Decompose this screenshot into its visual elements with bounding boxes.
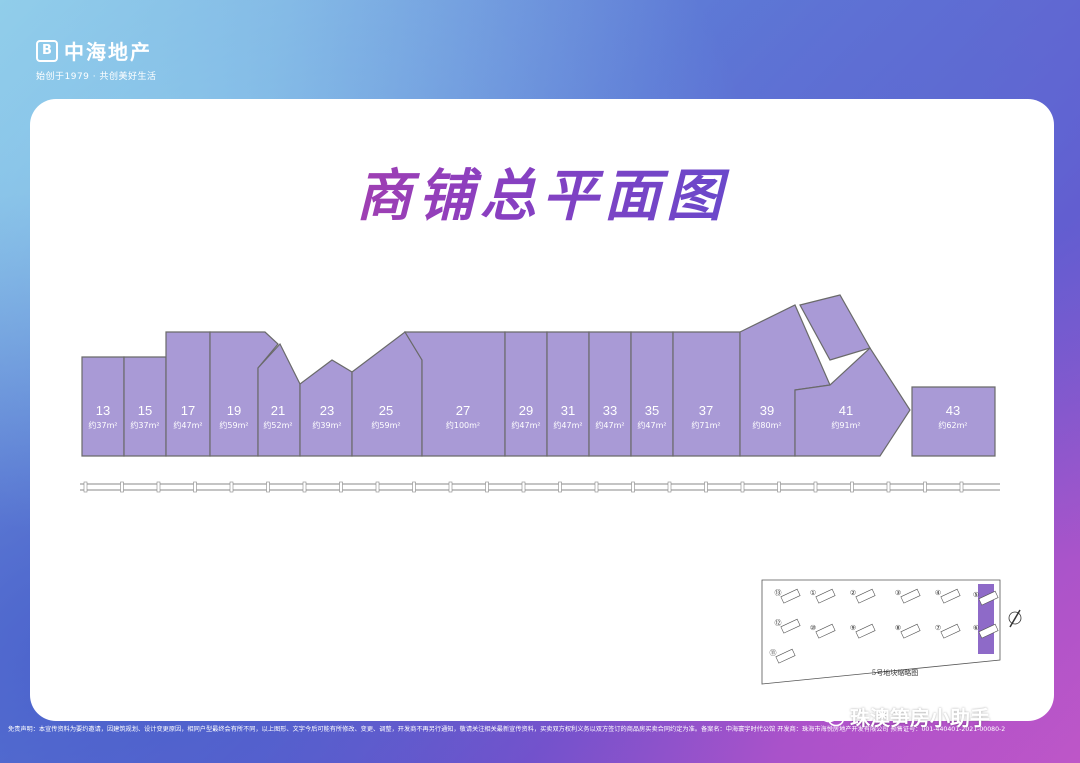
storefront-column	[83, 481, 88, 493]
unit-area: 约47m²	[511, 420, 540, 430]
site-building-label: ⑧	[895, 624, 901, 632]
storefront-column	[193, 481, 197, 493]
unit-number: 21	[271, 403, 285, 418]
storefront-column	[412, 481, 416, 493]
unit-number: 31	[561, 403, 575, 418]
unit-number: 29	[519, 403, 533, 418]
site-building-label: ⑥	[973, 624, 979, 632]
storefront-column	[886, 481, 891, 493]
unit-25-shape[interactable]	[351, 331, 423, 457]
site-location-map: ⑬ ① ② ③ ④ ⑤ ⑫ ⑩ ⑨ ⑧ ⑦ ⑥ ⑪ 5号地块缩略图	[761, 579, 1022, 685]
storefront-column	[704, 481, 708, 493]
unit-area: 约47m²	[173, 420, 202, 430]
unit-number: 35	[645, 403, 659, 418]
unit-area: 约52m²	[263, 420, 292, 430]
storefront-column	[594, 481, 599, 493]
storefront-line	[80, 483, 1000, 491]
site-building-label: ④	[935, 589, 941, 597]
storefront-column	[375, 481, 380, 493]
storefront-column	[813, 481, 818, 493]
site-building-label: ⑦	[935, 624, 941, 632]
storefront-column	[266, 481, 270, 493]
storefront-column	[485, 481, 489, 493]
storefront-column	[156, 481, 161, 493]
unit-number: 19	[227, 403, 241, 418]
unit-area: 约80m²	[752, 420, 781, 430]
site-building-label: ③	[895, 589, 901, 597]
site-building-label: ⑪	[770, 649, 777, 657]
unit-area: 约39m²	[312, 420, 341, 430]
storefront-column	[631, 481, 635, 493]
storefront-column	[667, 481, 672, 493]
unit-area: 约47m²	[637, 420, 666, 430]
unit-29-shape[interactable]	[504, 331, 548, 457]
unit-17-shape[interactable]	[165, 331, 211, 457]
unit-33-shape[interactable]	[588, 331, 632, 457]
unit-21-shape[interactable]	[257, 342, 301, 457]
unit-number: 41	[839, 403, 853, 418]
unit-number: 37	[699, 403, 713, 418]
storefront-column	[558, 481, 562, 493]
storefront-column	[740, 481, 745, 493]
storefront-column	[850, 481, 854, 493]
site-building-label: ②	[850, 589, 856, 597]
watermark: 珠澳笋房小助手	[820, 702, 990, 731]
wechat-icon	[820, 707, 844, 726]
storefront-column	[923, 481, 927, 493]
unit-37-shape[interactable]	[672, 331, 741, 457]
storefront-column	[959, 481, 964, 493]
storefront-column	[229, 481, 234, 493]
unit-shapes	[81, 294, 996, 457]
site-building-label: ⑫	[775, 619, 782, 627]
unit-number: 43	[946, 403, 960, 418]
unit-area: 约47m²	[595, 420, 624, 430]
storefront-column	[302, 481, 307, 493]
site-map-caption: 5号地块缩略图	[872, 668, 918, 677]
unit-number: 15	[138, 403, 152, 418]
storefront-column	[339, 481, 343, 493]
unit-area: 约71m²	[691, 420, 720, 430]
site-building-label: ①	[810, 589, 816, 597]
unit-area: 约37m²	[88, 420, 117, 430]
unit-area: 约59m²	[219, 420, 248, 430]
unit-number: 33	[603, 403, 617, 418]
unit-number: 13	[96, 403, 110, 418]
unit-number: 27	[456, 403, 470, 418]
unit-area: 约100m²	[446, 420, 480, 430]
unit-area: 约59m²	[371, 420, 400, 430]
unit-number: 23	[320, 403, 334, 418]
storefront-column	[521, 481, 526, 493]
unit-35-shape[interactable]	[630, 331, 674, 457]
storefront-column	[448, 481, 453, 493]
unit-number: 17	[181, 403, 195, 418]
north-arrow-icon	[1009, 609, 1021, 628]
shop-floor-plan: 13 约37m² 15 约37m² 17 约47m² 19 约59m² 21 约52m² 23 约39…	[80, 294, 1022, 685]
unit-area: 约62m²	[938, 420, 967, 430]
site-building-label: ⑩	[810, 624, 816, 632]
unit-number: 39	[760, 403, 774, 418]
site-building-label: ⑤	[973, 591, 979, 599]
unit-31-shape[interactable]	[546, 331, 590, 457]
unit-area: 约47m²	[553, 420, 582, 430]
watermark-text: 珠澳笋房小助手	[850, 706, 990, 730]
unit-number: 25	[379, 403, 393, 418]
site-building-label: ⑨	[850, 624, 856, 632]
storefront-column	[777, 481, 781, 493]
unit-area: 约37m²	[130, 420, 159, 430]
storefront-column	[120, 481, 124, 493]
unit-area: 约91m²	[831, 420, 860, 430]
site-building-label: ⑬	[775, 589, 782, 597]
